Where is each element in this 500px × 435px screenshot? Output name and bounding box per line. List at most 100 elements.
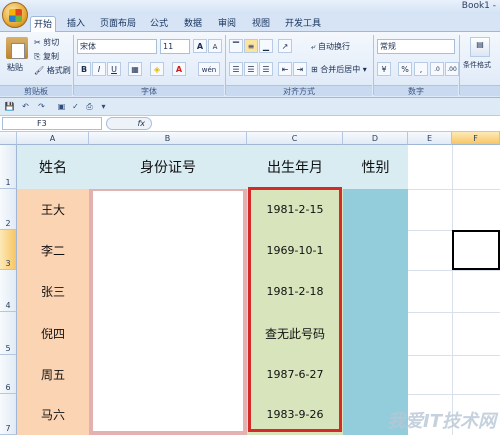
underline-button[interactable]: U [107, 62, 121, 76]
row-header-2[interactable]: 2 [0, 189, 17, 230]
percent-button[interactable]: % [398, 62, 412, 76]
worksheet-grid[interactable]: A B C D E F 1 2 3 4 5 6 7 姓名 身份证号 出生年月 性… [0, 132, 500, 435]
cut-button[interactable]: ✂ 剪切 [34, 35, 59, 50]
tab-page-layout[interactable]: 页面布局 [96, 16, 140, 32]
font-size-select[interactable]: 11 [160, 39, 190, 54]
header-name[interactable]: 姓名 [17, 145, 89, 189]
tab-insert[interactable]: 插入 [62, 16, 90, 32]
customize-icon[interactable]: ▾ [98, 101, 109, 112]
column-header-b[interactable]: B [89, 132, 247, 145]
undo-icon[interactable]: ↶ [20, 101, 31, 112]
align-bottom-icon[interactable]: ▁ [259, 39, 273, 53]
ribbon-tabs: 开始 插入 页面布局 公式 数据 审阅 视图 开发工具 [0, 14, 500, 32]
name-cell[interactable]: 张三 [17, 270, 89, 312]
save-icon[interactable]: 💾 [4, 101, 15, 112]
print-preview-icon[interactable]: ▣ [56, 101, 67, 112]
name-box[interactable]: F3 [2, 117, 102, 130]
row-header-1[interactable]: 1 [0, 145, 17, 189]
number-group-label: 数字 [374, 85, 458, 96]
paste-button[interactable]: 粘贴 [7, 60, 23, 75]
ribbon: 粘贴 ✂ 剪切 ⎘ 复制 🖌 格式刷 剪贴板 宋体 11 A A B I U ▦… [0, 32, 500, 98]
title-bar: Book1 - [0, 0, 500, 14]
increase-decimal-icon[interactable]: .0 [430, 62, 444, 76]
wrap-text-label: 自动换行 [318, 42, 351, 51]
redo-icon[interactable]: ↷ [36, 101, 47, 112]
currency-icon[interactable]: ¥ [377, 62, 391, 76]
office-button[interactable] [2, 2, 28, 28]
header-birth[interactable]: 出生年月 [247, 145, 343, 189]
tab-view[interactable]: 视图 [248, 16, 274, 32]
paste-icon[interactable] [6, 37, 28, 59]
increase-indent-icon[interactable]: ⇥ [293, 62, 307, 76]
decrease-indent-icon[interactable]: ⇤ [278, 62, 292, 76]
align-right-icon[interactable]: ☰ [259, 62, 273, 76]
tab-home[interactable]: 开始 [30, 16, 56, 32]
id-column-blank[interactable] [93, 191, 243, 431]
grow-font-button[interactable]: A [193, 39, 207, 53]
name-cell[interactable]: 周五 [17, 355, 89, 394]
tab-data[interactable]: 数据 [180, 16, 206, 32]
gender-column-fill[interactable] [343, 189, 408, 435]
clipboard-group-label: 剪贴板 [0, 85, 72, 96]
select-all-corner[interactable] [0, 132, 17, 145]
office-logo-icon [9, 9, 22, 22]
alignment-group-label: 对齐方式 [226, 85, 372, 96]
name-cell[interactable]: 倪四 [17, 312, 89, 355]
italic-button[interactable]: I [92, 62, 106, 76]
column-header-a[interactable]: A [17, 132, 89, 145]
format-painter-button[interactable]: 🖌 格式刷 [34, 63, 71, 78]
name-cell[interactable]: 马六 [17, 394, 89, 435]
row-header-4[interactable]: 4 [0, 270, 17, 312]
align-middle-icon[interactable]: ≡ [244, 39, 258, 53]
watermark: 我爱IT技术网 [387, 411, 496, 432]
row-header-7[interactable]: 7 [0, 394, 17, 435]
merge-center-button[interactable]: ⊞ 合并后居中 ▾ [311, 62, 367, 77]
spelling-icon[interactable]: ✓ [70, 101, 81, 112]
align-center-icon[interactable]: ☰ [244, 62, 258, 76]
gridline [408, 270, 500, 271]
gridline [408, 355, 500, 356]
border-icon[interactable]: ▦ [128, 62, 142, 76]
font-name-select[interactable]: 宋体 [77, 39, 157, 54]
header-gender[interactable]: 性别 [343, 145, 408, 189]
print-icon[interactable]: ⎙ [84, 101, 95, 112]
font-group-label: 字体 [74, 85, 224, 96]
styles-group-label [460, 85, 500, 96]
decrease-decimal-icon[interactable]: .00 [445, 62, 459, 76]
copy-button[interactable]: ⎘ 复制 [34, 49, 59, 64]
column-header-d[interactable]: D [343, 132, 408, 145]
shrink-font-button[interactable]: A [208, 39, 222, 53]
row-header-6[interactable]: 6 [0, 355, 17, 394]
align-top-icon[interactable]: ▔ [229, 39, 243, 53]
name-cell[interactable]: 王大 [17, 189, 89, 230]
number-format-select[interactable]: 常规 [377, 39, 455, 54]
gridline [408, 189, 500, 190]
conditional-format-button[interactable]: 条件格式 [463, 58, 491, 73]
conditional-format-icon[interactable]: ▤ [470, 37, 490, 57]
fill-color-icon[interactable]: ◈ [150, 62, 164, 76]
column-header-e[interactable]: E [408, 132, 452, 145]
header-id[interactable]: 身份证号 [89, 145, 247, 189]
tab-formulas[interactable]: 公式 [146, 16, 172, 32]
column-header-f[interactable]: F [452, 132, 500, 145]
orientation-icon[interactable]: ↗ [278, 39, 292, 53]
tab-review[interactable]: 审阅 [214, 16, 240, 32]
window-title: Book1 - [461, 1, 496, 11]
highlight-box [248, 187, 342, 432]
comma-button[interactable]: , [414, 62, 428, 76]
insert-function-button[interactable]: fx [106, 117, 152, 130]
column-header-c[interactable]: C [247, 132, 343, 145]
phonetic-button[interactable]: wén [198, 62, 220, 76]
gridline [408, 312, 500, 313]
active-cell[interactable] [452, 230, 500, 270]
font-color-icon[interactable]: A [172, 62, 186, 76]
row-header-3[interactable]: 3 [0, 230, 17, 270]
quick-access-toolbar: 💾 ↶ ↷ ▣ ✓ ⎙ ▾ [0, 98, 500, 116]
name-cell[interactable]: 李二 [17, 230, 89, 270]
align-left-icon[interactable]: ☰ [229, 62, 243, 76]
cut-label: 剪切 [43, 38, 60, 47]
row-header-5[interactable]: 5 [0, 312, 17, 355]
wrap-text-button[interactable]: ⤶ 自动换行 [311, 39, 350, 54]
tab-developer[interactable]: 开发工具 [282, 16, 324, 32]
bold-button[interactable]: B [77, 62, 91, 76]
